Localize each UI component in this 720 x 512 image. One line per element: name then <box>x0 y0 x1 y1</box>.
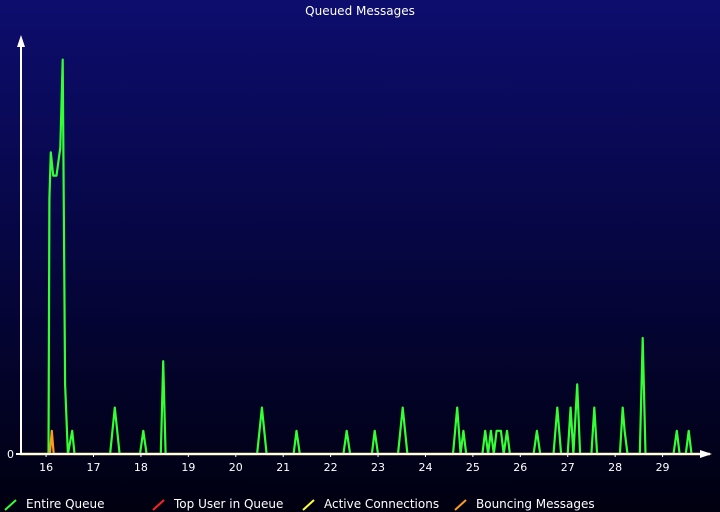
x-tick-label: 16 <box>39 461 53 474</box>
series-layer <box>20 58 710 456</box>
legend-label: Entire Queue <box>26 497 105 511</box>
legend-swatch <box>454 499 467 511</box>
x-axis-arrow <box>700 450 712 458</box>
legend: Entire Queue Top User in Queue Active Conn… <box>0 497 720 512</box>
x-tick-label: 20 <box>229 461 243 474</box>
y-tick-label: 0 <box>7 448 14 461</box>
x-tick-label: 27 <box>561 461 575 474</box>
x-tick-label: 23 <box>371 461 385 474</box>
axes-layer <box>16 35 712 458</box>
legend-label: Top User in Queue <box>174 497 284 511</box>
x-tick-label: 24 <box>418 461 432 474</box>
legend-label: Active Connections <box>324 497 440 511</box>
x-tick-label: 29 <box>656 461 670 474</box>
x-tick-label: 19 <box>181 461 195 474</box>
series-line-entire-queue <box>20 58 710 456</box>
x-tick-label: 21 <box>276 461 290 474</box>
series-line-bouncing-messages <box>20 429 710 456</box>
x-tick-label: 18 <box>134 461 148 474</box>
x-tick-label: 25 <box>466 461 480 474</box>
legend-label: Bouncing Messages <box>476 497 595 511</box>
y-axis-arrow <box>17 35 25 47</box>
x-tick-label: 22 <box>324 461 338 474</box>
legend-swatch <box>302 499 315 511</box>
line-chart: 16 17 18 19 20 21 22 23 24 25 26 27 28 29 0 <box>7 35 712 474</box>
x-tick-label: 26 <box>513 461 527 474</box>
ticks-layer: 16 17 18 19 20 21 22 23 24 25 26 27 28 29 0 <box>7 448 670 474</box>
x-tick-label: 17 <box>87 461 101 474</box>
x-tick-label: 28 <box>608 461 622 474</box>
legend-swatch <box>152 499 165 511</box>
legend-swatch <box>4 499 17 511</box>
